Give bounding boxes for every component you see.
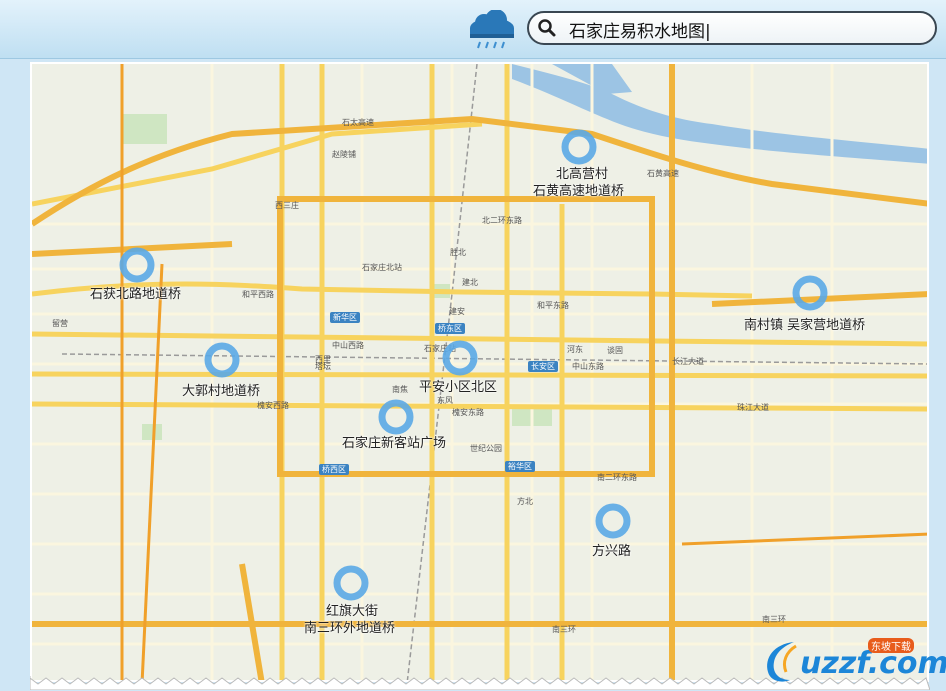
flood-point-marker[interactable] bbox=[792, 275, 828, 311]
uzzf-logo: uzzf.com 东坡下载 bbox=[760, 632, 946, 688]
flood-point-marker[interactable] bbox=[378, 399, 414, 435]
flood-point-label[interactable]: 方兴路 bbox=[592, 544, 631, 559]
top-bar: 石家庄易积水地图| bbox=[0, 0, 946, 59]
logo-swirl-icon bbox=[767, 642, 797, 682]
flood-point-label[interactable]: 石获北路地道桥 bbox=[90, 287, 181, 302]
flood-point-sublabel: 南三环外地道桥 bbox=[304, 621, 396, 636]
flood-point-marker[interactable] bbox=[204, 342, 240, 378]
flood-point-marker[interactable] bbox=[119, 247, 155, 283]
weather-rain-icon bbox=[470, 10, 514, 49]
search-input[interactable]: 石家庄易积水地图| bbox=[569, 17, 711, 42]
flood-point-markers bbox=[119, 129, 828, 601]
flood-point-label[interactable]: 北高营村 bbox=[556, 167, 608, 182]
flood-point-sublabel: 石黄高速地道桥 bbox=[533, 184, 625, 199]
flood-point-marker[interactable] bbox=[561, 129, 597, 165]
flood-point-label[interactable]: 石家庄新客站广场 bbox=[342, 436, 446, 451]
flood-point-label[interactable]: 大郭村地道桥 bbox=[182, 384, 260, 399]
flood-point-label[interactable]: 平安小区北区 bbox=[419, 380, 497, 395]
flood-point-marker[interactable] bbox=[333, 565, 369, 601]
flood-point-label[interactable]: 南村镇 吴家营地道桥 bbox=[744, 318, 865, 333]
logo-tag: 东坡下载 bbox=[868, 638, 914, 653]
map-view[interactable]: 新华区 桥东区 长安区 桥西区 裕华区 和平西路 中山西路 槐安西路 北二环东路… bbox=[30, 62, 929, 682]
search-icon[interactable] bbox=[537, 18, 557, 38]
flood-point-marker[interactable] bbox=[595, 503, 631, 539]
search-bar[interactable]: 石家庄易积水地图| bbox=[527, 11, 937, 45]
flood-point-label[interactable]: 红旗大街 bbox=[326, 604, 378, 619]
flood-point-marker[interactable] bbox=[442, 340, 478, 376]
